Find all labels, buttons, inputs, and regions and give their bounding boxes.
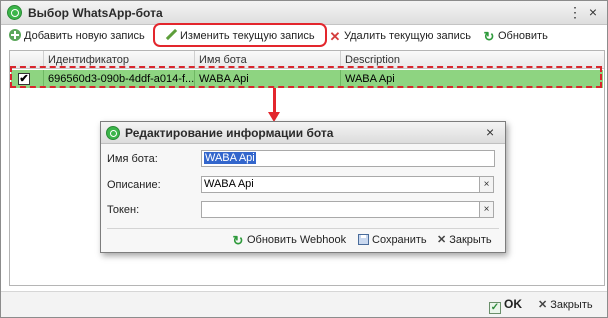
window-titlebar: Выбор WhatsApp-бота ⋮ × <box>1 1 607 25</box>
close-button[interactable]: ✕ Закрыть <box>538 298 593 311</box>
refresh-button[interactable]: ↻ Обновить <box>483 28 548 44</box>
dialog-close-label: Закрыть <box>449 234 492 246</box>
token-label: Токен: <box>107 204 140 216</box>
ok-label: OK <box>504 297 522 311</box>
close-x-icon: ✕ <box>437 234 447 246</box>
save-label: Сохранить <box>372 234 427 246</box>
token-clear-button[interactable]: × <box>479 201 494 218</box>
bottom-bar: ✓ OK ✕ Закрыть <box>1 291 607 317</box>
add-record-button[interactable]: Добавить новую запись <box>9 28 145 44</box>
whatsapp-icon <box>106 126 120 140</box>
refresh-icon: ↻ <box>483 29 495 44</box>
ok-check-icon: ✓ <box>489 302 501 314</box>
ok-button[interactable]: ✓ OK <box>489 297 522 314</box>
save-button[interactable]: Сохранить <box>358 232 427 248</box>
dialog-titlebar: Редактирование информации бота × <box>101 122 505 144</box>
token-field[interactable] <box>201 201 480 218</box>
dialog-close-button[interactable]: ✕ Закрыть <box>437 232 492 248</box>
edit-bot-dialog: Редактирование информации бота × Имя бот… <box>100 121 506 253</box>
refresh-webhook-label: Обновить Webhook <box>247 234 347 246</box>
save-icon <box>358 234 369 245</box>
selected-row-highlight <box>10 66 602 88</box>
annotation-arrow-line <box>273 88 276 114</box>
bot-name-value: WABA Api <box>204 152 256 164</box>
add-icon <box>9 29 21 41</box>
bot-name-field[interactable]: WABA Api <box>201 150 495 167</box>
close-x-icon: ✕ <box>538 299 548 311</box>
add-record-label: Добавить новую запись <box>24 30 145 42</box>
refresh-label: Обновить <box>498 30 548 42</box>
dialog-title: Редактирование информации бота <box>125 126 334 140</box>
more-options-icon[interactable]: ⋮ <box>567 4 583 20</box>
refresh-webhook-button[interactable]: ↻ Обновить Webhook <box>232 232 347 248</box>
delete-record-button[interactable]: ✕ Удалить текущую запись <box>329 28 471 44</box>
delete-record-label: Удалить текущую запись <box>344 30 471 42</box>
description-field[interactable]: WABA Api <box>201 176 480 193</box>
dialog-close-icon[interactable]: × <box>486 124 494 140</box>
whatsapp-icon <box>7 5 22 20</box>
description-label: Описание: <box>107 179 161 191</box>
dialog-separator <box>107 228 499 229</box>
delete-icon: ✕ <box>329 29 341 44</box>
close-label: Закрыть <box>550 299 593 311</box>
edit-button-highlight <box>153 23 327 47</box>
window-title: Выбор WhatsApp-бота <box>28 6 163 20</box>
bot-name-label: Имя бота: <box>107 153 158 165</box>
description-clear-button[interactable]: × <box>479 176 494 193</box>
window-close-icon[interactable]: × <box>585 4 601 20</box>
refresh-icon: ↻ <box>232 233 244 248</box>
